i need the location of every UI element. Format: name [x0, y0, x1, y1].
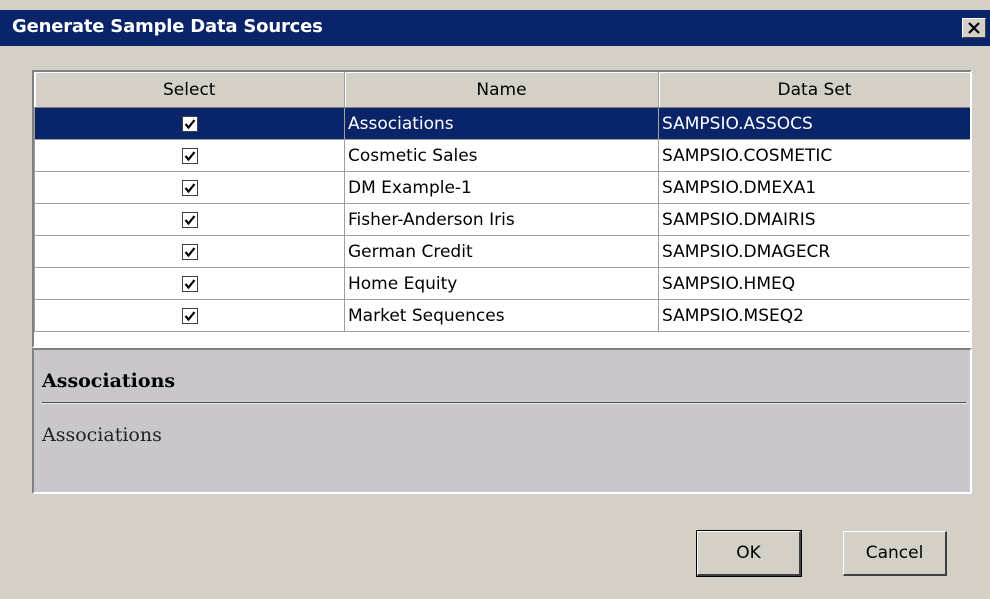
table-row[interactable]: Home Equity SAMPSIO.HMEQ: [34, 267, 970, 300]
table-row[interactable]: Cosmetic Sales SAMPSIO.COSMETIC: [34, 139, 970, 172]
checkmark-icon: [184, 278, 195, 289]
column-header-dataset[interactable]: Data Set: [658, 72, 970, 108]
description-title: Associations: [42, 370, 176, 392]
checkmark-icon: [184, 150, 195, 161]
dataset-cell[interactable]: SAMPSIO.DMAIRIS: [658, 203, 970, 236]
dataset-cell[interactable]: SAMPSIO.MSEQ2: [658, 299, 970, 332]
select-checkbox[interactable]: [181, 147, 198, 164]
name-cell[interactable]: German Credit: [344, 235, 659, 268]
table-header-row: Select Name Data Set: [34, 72, 970, 108]
data-sources-table: Select Name Data Set Associations SAMPSIO…: [32, 70, 972, 348]
select-cell[interactable]: [34, 139, 345, 172]
close-icon: [968, 22, 980, 34]
name-cell[interactable]: DM Example-1: [344, 171, 659, 204]
select-checkbox[interactable]: [181, 243, 198, 260]
checkmark-icon: [184, 118, 195, 129]
column-header-select[interactable]: Select: [34, 72, 345, 108]
description-text: Associations: [42, 424, 162, 446]
ok-button[interactable]: OK: [696, 530, 802, 577]
table-row[interactable]: DM Example-1 SAMPSIO.DMEXA1: [34, 171, 970, 204]
select-cell[interactable]: [34, 267, 345, 300]
table-row[interactable]: Fisher-Anderson Iris SAMPSIO.DMAIRIS: [34, 203, 970, 236]
name-cell[interactable]: Associations: [344, 107, 659, 140]
select-cell[interactable]: [34, 235, 345, 268]
select-cell[interactable]: [34, 203, 345, 236]
select-cell[interactable]: [34, 299, 345, 332]
table-row[interactable]: Associations SAMPSIO.ASSOCS: [34, 107, 970, 140]
select-checkbox[interactable]: [181, 275, 198, 292]
cancel-button[interactable]: Cancel: [843, 531, 947, 576]
dataset-cell[interactable]: SAMPSIO.DMAGECR: [658, 235, 970, 268]
dialog-window: Generate Sample Data Sources Select Name…: [0, 0, 990, 599]
name-cell[interactable]: Cosmetic Sales: [344, 139, 659, 172]
checkmark-icon: [184, 214, 195, 225]
select-checkbox[interactable]: [181, 115, 198, 132]
title-bar[interactable]: Generate Sample Data Sources: [0, 10, 990, 46]
dataset-cell[interactable]: SAMPSIO.ASSOCS: [658, 107, 970, 140]
select-cell[interactable]: [34, 107, 345, 140]
name-cell[interactable]: Market Sequences: [344, 299, 659, 332]
select-checkbox[interactable]: [181, 211, 198, 228]
name-cell[interactable]: Fisher-Anderson Iris: [344, 203, 659, 236]
select-cell[interactable]: [34, 171, 345, 204]
column-header-name[interactable]: Name: [344, 72, 659, 108]
checkmark-icon: [184, 246, 195, 257]
table-row[interactable]: German Credit SAMPSIO.DMAGECR: [34, 235, 970, 268]
dataset-cell[interactable]: SAMPSIO.DMEXA1: [658, 171, 970, 204]
description-divider: [42, 402, 966, 404]
select-checkbox[interactable]: [181, 179, 198, 196]
name-cell[interactable]: Home Equity: [344, 267, 659, 300]
close-button[interactable]: [962, 18, 986, 38]
table-row[interactable]: Market Sequences SAMPSIO.MSEQ2: [34, 299, 970, 332]
select-checkbox[interactable]: [181, 307, 198, 324]
window-title: Generate Sample Data Sources: [12, 16, 323, 37]
description-panel: Associations Associations: [32, 348, 972, 494]
dataset-cell[interactable]: SAMPSIO.HMEQ: [658, 267, 970, 300]
checkmark-icon: [184, 310, 195, 321]
dataset-cell[interactable]: SAMPSIO.COSMETIC: [658, 139, 970, 172]
checkmark-icon: [184, 182, 195, 193]
